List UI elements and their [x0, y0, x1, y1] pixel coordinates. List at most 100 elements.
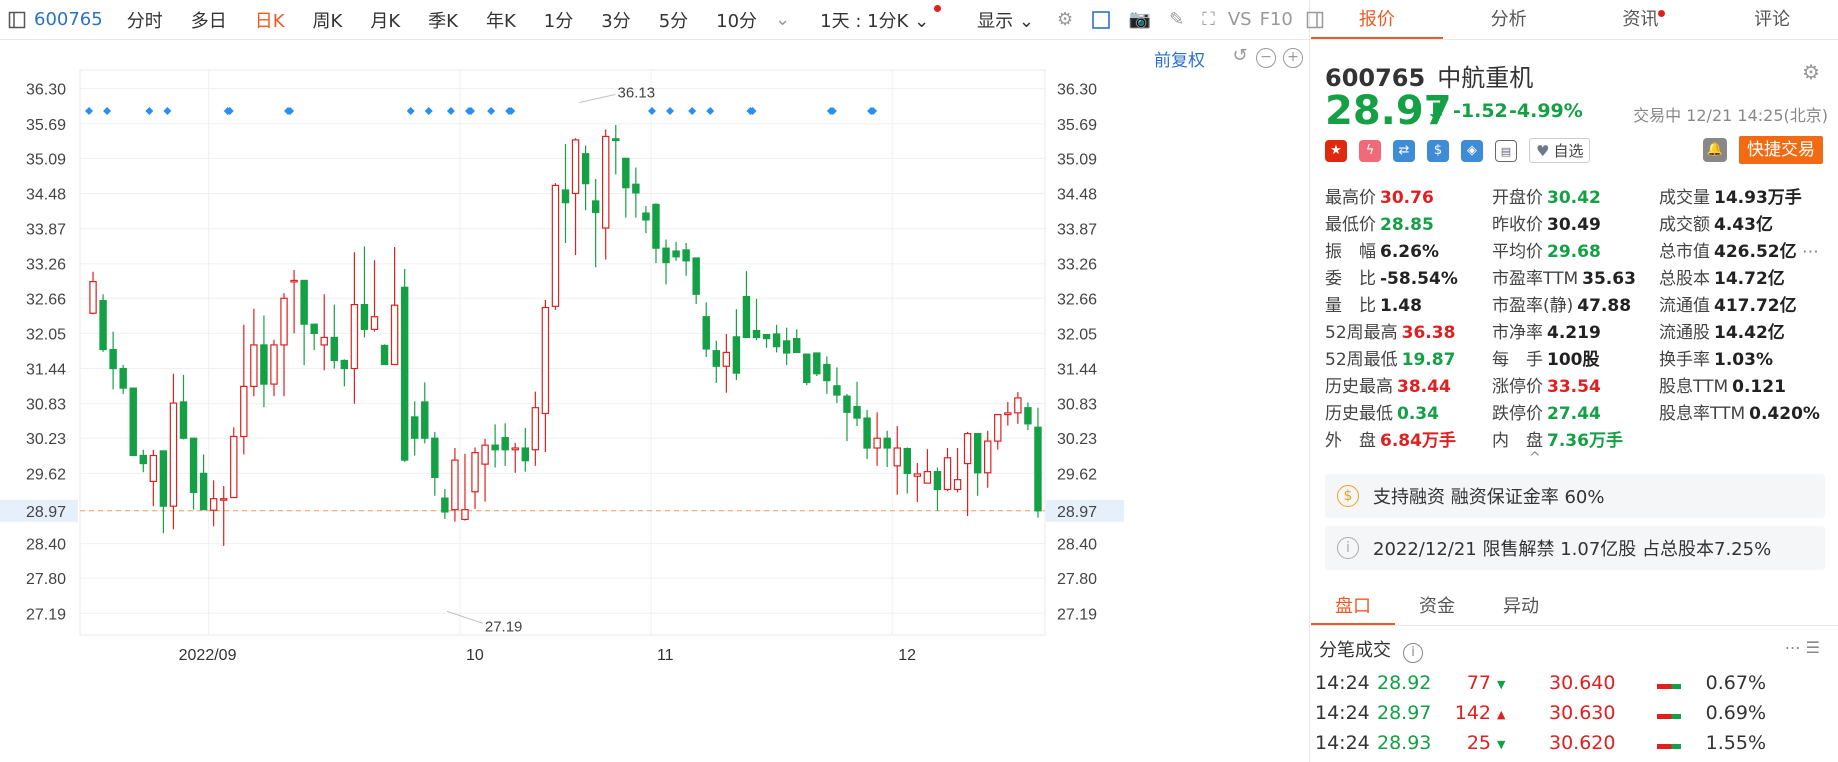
- quote-tab[interactable]: 评论: [1706, 0, 1838, 39]
- stat-value: 6.84万手: [1380, 431, 1456, 451]
- period-tab[interactable]: 多日: [177, 7, 241, 33]
- stat-label: 流通股: [1659, 323, 1710, 343]
- connect-icon[interactable]: ⇄: [1393, 139, 1415, 162]
- event-marker: [406, 107, 415, 115]
- price-axis-label-left: 31.44: [26, 362, 66, 379]
- candle-body: [260, 344, 268, 385]
- event-marker: [424, 107, 433, 115]
- trade-price: 28.92: [1377, 672, 1432, 694]
- quote-tab-label: 资讯: [1622, 9, 1659, 30]
- stat-value: 7.36万手: [1547, 431, 1623, 451]
- period-tab[interactable]: 10分: [702, 7, 771, 33]
- event-marker: [446, 107, 455, 115]
- stat-cell: 跌停价 27.44: [1492, 399, 1659, 424]
- candle-body: [742, 295, 751, 339]
- quick-trade-button[interactable]: 快捷交易: [1739, 136, 1823, 164]
- period-tab[interactable]: 季K: [414, 7, 472, 33]
- candle-body: [823, 363, 831, 382]
- stat-value: 19.87: [1401, 350, 1456, 370]
- china-flag-icon[interactable]: ★: [1325, 139, 1347, 162]
- quote-tab[interactable]: 资讯: [1575, 0, 1707, 39]
- candle-body: [612, 138, 620, 142]
- stat-value: 426.52亿: [1714, 242, 1797, 262]
- stats-row: 历史最低 0.34 跌停价 27.44 股息率TTM 0.420%: [1325, 398, 1835, 425]
- zoom-out-icon[interactable]: −: [1256, 48, 1276, 68]
- more-icon[interactable]: ⋯ ☰: [1785, 638, 1820, 657]
- kline-chart[interactable]: 36.30 36.30 35.69 35.69 35.09 35.09 34.48 34.48…: [0, 40, 1310, 762]
- stats-row: 52周最高 36.38 市净率 4.219 流通股 14.42亿: [1325, 317, 1835, 344]
- settings-icon[interactable]: ⚙: [1802, 60, 1820, 84]
- trade-time: 14:24: [1315, 702, 1370, 724]
- vs-button[interactable]: VS: [1224, 9, 1256, 30]
- candle-body: [561, 189, 570, 204]
- stat-cell: 最低价 28.85: [1325, 210, 1492, 235]
- candle-body: [913, 473, 922, 477]
- period-tab[interactable]: 分时: [113, 7, 177, 33]
- candle-body: [662, 247, 670, 264]
- trades-list[interactable]: 14:24 28.92 77 ▼ 30.640 0.67% 14:24 28.97 142 ▲ 30…: [1311, 662, 1838, 762]
- f10-button[interactable]: F10: [1256, 9, 1297, 30]
- adjust-mode-button[interactable]: 前复权: [1154, 46, 1205, 71]
- display-label: 显示: [977, 10, 1014, 32]
- period-tab[interactable]: 周K: [299, 7, 357, 33]
- high-pointer: [579, 93, 616, 103]
- stat-cell: 历史最低 0.34: [1325, 399, 1492, 424]
- price-axis-label-right: 33.26: [1057, 257, 1097, 274]
- quote-tab[interactable]: 分析: [1443, 0, 1575, 39]
- pen-icon[interactable]: ✎: [1169, 9, 1184, 31]
- period-select[interactable]: 1天 : 1分K ⌄: [806, 4, 943, 33]
- period-tab[interactable]: 5分: [645, 7, 702, 33]
- price-axis-label-left: 33.26: [26, 257, 66, 274]
- stat-cell: 股息TTM 0.121: [1659, 372, 1826, 397]
- stat-label: 内 盘: [1492, 431, 1543, 451]
- stat-cell: 平均价 29.68: [1492, 237, 1659, 262]
- quote-tab[interactable]: 报价: [1311, 0, 1443, 39]
- quote-stats: 最高价 30.76 开盘价 30.42 成交量 14.93万手 最低价 28.85 昨收价 30.…: [1325, 182, 1835, 452]
- stat-label: 涨停价: [1492, 377, 1543, 397]
- stat-value: 38.44: [1397, 377, 1451, 397]
- stat-label: 流通值: [1659, 296, 1710, 316]
- stat-cell: 开盘价 30.42: [1492, 183, 1659, 208]
- book-icon[interactable]: ▤: [1495, 139, 1517, 162]
- stat-cell: 内 盘 7.36万手: [1492, 426, 1659, 451]
- period-tab[interactable]: 3分: [587, 7, 644, 33]
- period-tab[interactable]: 月K: [356, 7, 414, 33]
- display-menu[interactable]: 显示 ⌄: [963, 7, 1048, 33]
- candle-body: [853, 405, 861, 419]
- candle-body: [300, 279, 308, 325]
- square-select-icon[interactable]: [1091, 9, 1111, 31]
- period-tab[interactable]: 1分: [530, 7, 587, 33]
- candle-body: [973, 433, 982, 474]
- detail-tab[interactable]: 资金: [1395, 588, 1479, 625]
- candle-body: [370, 316, 379, 330]
- flash-icon[interactable]: ϟ: [1359, 139, 1381, 162]
- stock-code[interactable]: 600765: [34, 9, 113, 30]
- tag-icon[interactable]: ◈: [1461, 139, 1483, 162]
- price-axis-label-left: 36.30: [26, 82, 66, 99]
- depth-bar: [1657, 744, 1681, 749]
- chevron-down-icon[interactable]: ⌄: [775, 9, 790, 31]
- fullscreen-icon[interactable]: ⛶: [1202, 9, 1215, 31]
- camera-icon[interactable]: 📷: [1129, 9, 1151, 31]
- undo-icon[interactable]: ↺: [1230, 47, 1250, 68]
- period-tab[interactable]: 日K: [241, 7, 299, 33]
- down-arrow-icon: ▼: [1497, 738, 1506, 751]
- trades-header: 分笔成交 i: [1319, 636, 1423, 663]
- info-icon[interactable]: i: [1403, 643, 1423, 663]
- more-icon[interactable]: ⋯: [1797, 242, 1819, 262]
- price-axis-label-right: 27.19: [1057, 606, 1097, 623]
- watchlist-button[interactable]: ♥ 自选: [1529, 138, 1591, 163]
- panel-toggle-icon[interactable]: [8, 9, 26, 31]
- dollar-icon[interactable]: $: [1427, 139, 1449, 162]
- trades-title: 分笔成交: [1319, 640, 1391, 661]
- expand-icon[interactable]: ^: [1529, 450, 1541, 466]
- bell-icon[interactable]: 🔔: [1703, 138, 1727, 162]
- stat-label: 成交量: [1659, 188, 1710, 208]
- trade-volume: 142: [1454, 702, 1491, 724]
- zoom-in-icon[interactable]: +: [1283, 48, 1303, 68]
- stat-label: 成交额: [1659, 215, 1710, 235]
- detail-tab[interactable]: 异动: [1479, 588, 1563, 625]
- period-tab[interactable]: 年K: [472, 7, 530, 33]
- detail-tab[interactable]: 盘口: [1311, 588, 1395, 625]
- gear-icon[interactable]: ⚙: [1057, 9, 1073, 31]
